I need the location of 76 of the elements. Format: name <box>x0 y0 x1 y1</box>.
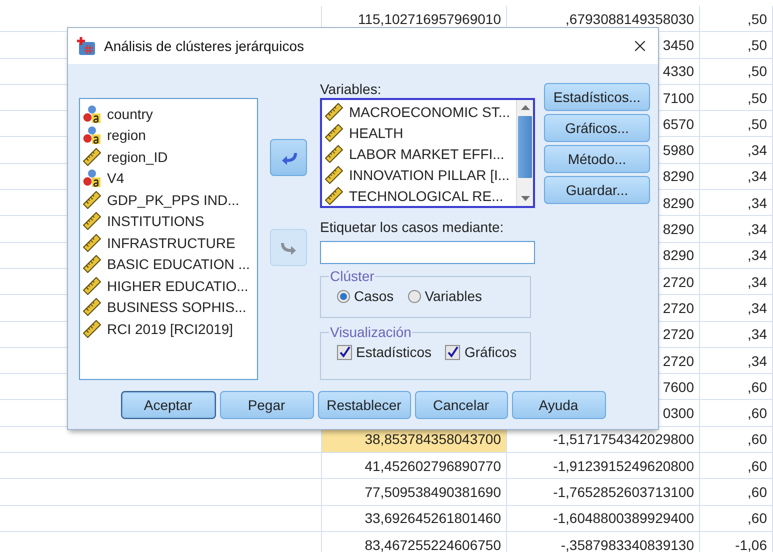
table-cell: -1,6048800389929400 <box>507 506 700 532</box>
ruler-icon <box>325 103 343 122</box>
table-cell: -1,06 <box>700 532 773 552</box>
table-cell: ,50 <box>700 58 773 85</box>
ruler-icon <box>325 166 343 184</box>
table-cell: ,50 <box>700 6 773 32</box>
dialog-button[interactable]: Estadísticos... <box>544 83 650 111</box>
table-cell: ,60 <box>700 453 773 480</box>
variable-item[interactable]: INSTITUTIONS <box>83 210 257 232</box>
table-cell: ,34 <box>700 190 773 216</box>
table-cell: ,50 <box>700 111 773 138</box>
variables-label: Variables: <box>320 81 382 98</box>
ruler-icon <box>325 144 343 163</box>
scroll-thumb[interactable] <box>518 116 532 178</box>
ruler-icon <box>325 124 343 142</box>
dialog-button[interactable]: Ayuda <box>512 391 606 419</box>
table-cell: ,50 <box>700 32 773 59</box>
group-title: Clúster <box>329 268 376 284</box>
table-cell: ,34 <box>700 242 773 269</box>
dialog-button[interactable]: Pegar <box>220 391 314 419</box>
table-cell: ,60 <box>700 506 773 532</box>
dialog-button[interactable]: Cancelar <box>414 391 508 419</box>
variable-item[interactable]: V4 <box>83 168 257 189</box>
table-cell: ,34 <box>700 137 773 164</box>
table-cell: ,34 <box>700 268 773 296</box>
radio-option[interactable]: Casos <box>337 288 394 304</box>
table-cell: ,60 <box>700 479 773 506</box>
radio-icon[interactable] <box>337 290 350 302</box>
table-cell: ,50 <box>700 84 773 112</box>
nominal-icon <box>83 169 101 188</box>
variable-item[interactable]: country <box>83 103 257 124</box>
scroll-up-icon[interactable] <box>520 105 530 110</box>
move-button[interactable] <box>270 139 307 176</box>
nominal-icon <box>83 104 101 123</box>
table-cell: ,60 <box>700 400 773 427</box>
ruler-icon <box>325 186 343 205</box>
radio-icon[interactable] <box>408 290 421 302</box>
variable-item[interactable]: RCI 2019 [RCI2019] <box>83 318 257 340</box>
group-title: Visualización <box>329 324 412 340</box>
checkbox[interactable] <box>337 344 352 360</box>
input-field[interactable] <box>320 241 535 264</box>
table-cell: ,34 <box>700 216 773 243</box>
table-cell: 41,452602796890770 <box>322 453 507 480</box>
dialog-button[interactable]: Método... <box>544 145 650 173</box>
app-icon <box>76 36 96 56</box>
dialog-button[interactable]: Aceptar <box>120 391 216 419</box>
table-cell: ,34 <box>700 164 773 190</box>
table-cell: -,3587983340839130 <box>507 532 700 552</box>
variable-item[interactable]: BASIC EDUCATION ... <box>83 254 257 275</box>
variable-item[interactable]: GDP_PK_PPS IND... <box>83 189 257 210</box>
window-title: Análisis de clústeres jerárquicos <box>104 38 305 54</box>
table-cell: ,60 <box>700 426 773 454</box>
table-cell: ,34 <box>700 322 773 348</box>
dialog-button[interactable]: Restablecer <box>318 391 410 419</box>
nominal-icon <box>83 126 101 144</box>
field-label: Etiquetar los casos mediante: <box>320 219 505 236</box>
scrollbar[interactable] <box>516 100 533 206</box>
table-cell: ,34 <box>700 295 773 322</box>
checkbox[interactable] <box>445 344 460 360</box>
table-cell: 77,509538490381690 <box>322 479 507 506</box>
dialog-button[interactable]: Gráficos... <box>544 114 650 142</box>
variable-item[interactable]: region <box>83 124 257 146</box>
variable-item[interactable]: HIGHER EDUCATIO... <box>83 275 257 296</box>
table-cell: -1,9123915249620800 <box>507 453 700 480</box>
dialog-button[interactable]: Guardar... <box>544 176 650 204</box>
variable-item[interactable]: BUSINESS SOPHIS... <box>83 296 257 318</box>
table-cell: 33,692645261801460 <box>322 506 507 532</box>
variable-item[interactable]: INFRASTRUCTURE <box>83 232 257 254</box>
table-cell: 83,467255224606750 <box>322 532 507 552</box>
checkbox-option[interactable]: Estadísticos <box>337 344 432 360</box>
table-cell: ,60 <box>700 374 773 400</box>
radio-option[interactable]: Variables <box>408 288 482 304</box>
table-cell: ,34 <box>700 348 773 374</box>
scroll-down-icon[interactable] <box>520 196 530 201</box>
table-cell: -1,7652852603713100 <box>507 479 700 506</box>
variable-item[interactable]: region_ID <box>83 146 257 168</box>
